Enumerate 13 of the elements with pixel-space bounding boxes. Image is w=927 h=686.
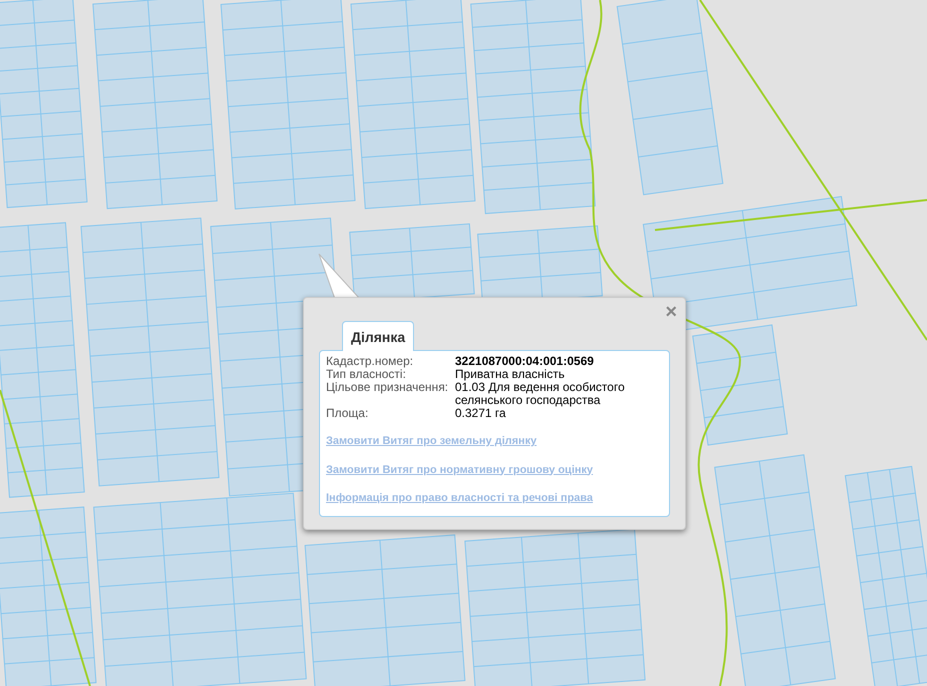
link[interactable]: Замовити Витяг про нормативну грошову оцінку [326, 462, 593, 478]
field-value: 0.3271 га [455, 407, 507, 420]
tab[interactable]: Ділянка [342, 321, 414, 351]
link[interactable]: Інформація про право власності та речові права [326, 490, 593, 506]
field-label: Площа: [326, 407, 370, 420]
close-button[interactable]: × [665, 302, 677, 322]
field-value: 01.03 Для ведення особистого селянського господарства [455, 381, 626, 407]
field-value: 3221087000:04:001:0569 [455, 355, 595, 368]
field-label: Цільове призначення: [326, 381, 450, 396]
link[interactable]: Замовити Витяг про земельну ділянку [326, 433, 537, 450]
field-value: Приватна власність [455, 368, 566, 381]
field-label: Кадастр.номер: [326, 355, 414, 368]
field-label: Тип власності: [326, 368, 406, 381]
